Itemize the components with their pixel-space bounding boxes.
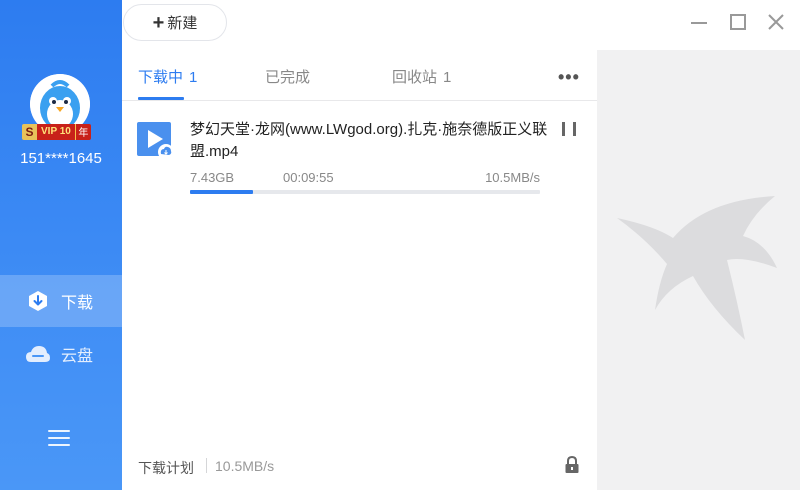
footer-speed: 10.5MB/s <box>215 458 275 474</box>
tab-downloading-label: 下载中 <box>138 69 184 86</box>
footer-divider <box>206 458 207 473</box>
main-panel: 下载中 1 已完成 回收站 1 ••• 梦幻天堂·龙网(www.LWgod.org)… <box>122 50 597 490</box>
tab-completed-label: 已完成 <box>265 69 311 86</box>
tab-recycle-bin-label: 回收站 <box>392 69 438 86</box>
tab-completed[interactable]: 已完成 <box>265 66 310 87</box>
close-icon[interactable] <box>766 12 786 32</box>
video-file-icon <box>136 121 176 161</box>
download-size: 7.43GB <box>190 170 235 185</box>
nav-label-download: 下载 <box>61 295 94 312</box>
vip-s-mark: S <box>22 123 37 140</box>
top-bar: + 新建 <box>122 0 800 50</box>
lock-icon[interactable] <box>564 455 580 474</box>
minimize-icon[interactable] <box>689 12 709 32</box>
nav-item-cloud[interactable]: 云盘 <box>0 328 122 380</box>
vip-year: 年 <box>74 123 91 140</box>
pause-icon[interactable] <box>562 122 576 136</box>
hummingbird-logo-icon <box>617 196 777 340</box>
new-task-label: 新建 <box>167 15 198 32</box>
tab-recycle-bin-count: 1 <box>443 69 452 86</box>
vip-badge[interactable]: S VIP 10 年 <box>22 123 91 140</box>
download-file-name: 梦幻天堂·龙网(www.LWgod.org).扎克·施奈德版正义联盟.mp4 <box>190 121 548 160</box>
tab-bar: 下载中 1 已完成 回收站 1 ••• <box>122 50 597 101</box>
download-time-left: 00:09:55 <box>283 170 334 185</box>
active-tab-indicator <box>138 97 184 100</box>
footer-bar: 下载计划 10.5MB/s <box>122 448 597 490</box>
tab-downloading-count: 1 <box>189 69 198 86</box>
more-options-icon[interactable]: ••• <box>558 67 580 88</box>
maximize-icon[interactable] <box>728 12 748 32</box>
nav-item-download[interactable]: 下载 <box>0 275 122 327</box>
username: 151****1645 <box>20 150 102 167</box>
download-icon <box>25 288 51 314</box>
download-progress-fill <box>190 190 253 194</box>
tab-downloading[interactable]: 下载中 1 <box>138 66 197 87</box>
sidebar: S VIP 10 年 151****1645 下载 云盘 <box>0 0 122 490</box>
tab-recycle-bin[interactable]: 回收站 1 <box>392 66 451 87</box>
right-panel <box>597 50 800 490</box>
cloud-icon <box>25 341 51 367</box>
download-progress-bar <box>190 190 540 194</box>
download-item[interactable]: 梦幻天堂·龙网(www.LWgod.org).扎克·施奈德版正义联盟.mp4 <box>122 101 597 211</box>
hamburger-menu-icon[interactable] <box>48 430 70 448</box>
nav-label-cloud: 云盘 <box>61 348 94 365</box>
download-speed: 10.5MB/s <box>485 170 540 185</box>
new-task-button[interactable]: + 新建 <box>123 4 227 41</box>
vip-level: VIP 10 <box>37 123 75 140</box>
plus-icon: + <box>152 11 165 34</box>
download-plan-button[interactable]: 下载计划 <box>138 458 194 478</box>
